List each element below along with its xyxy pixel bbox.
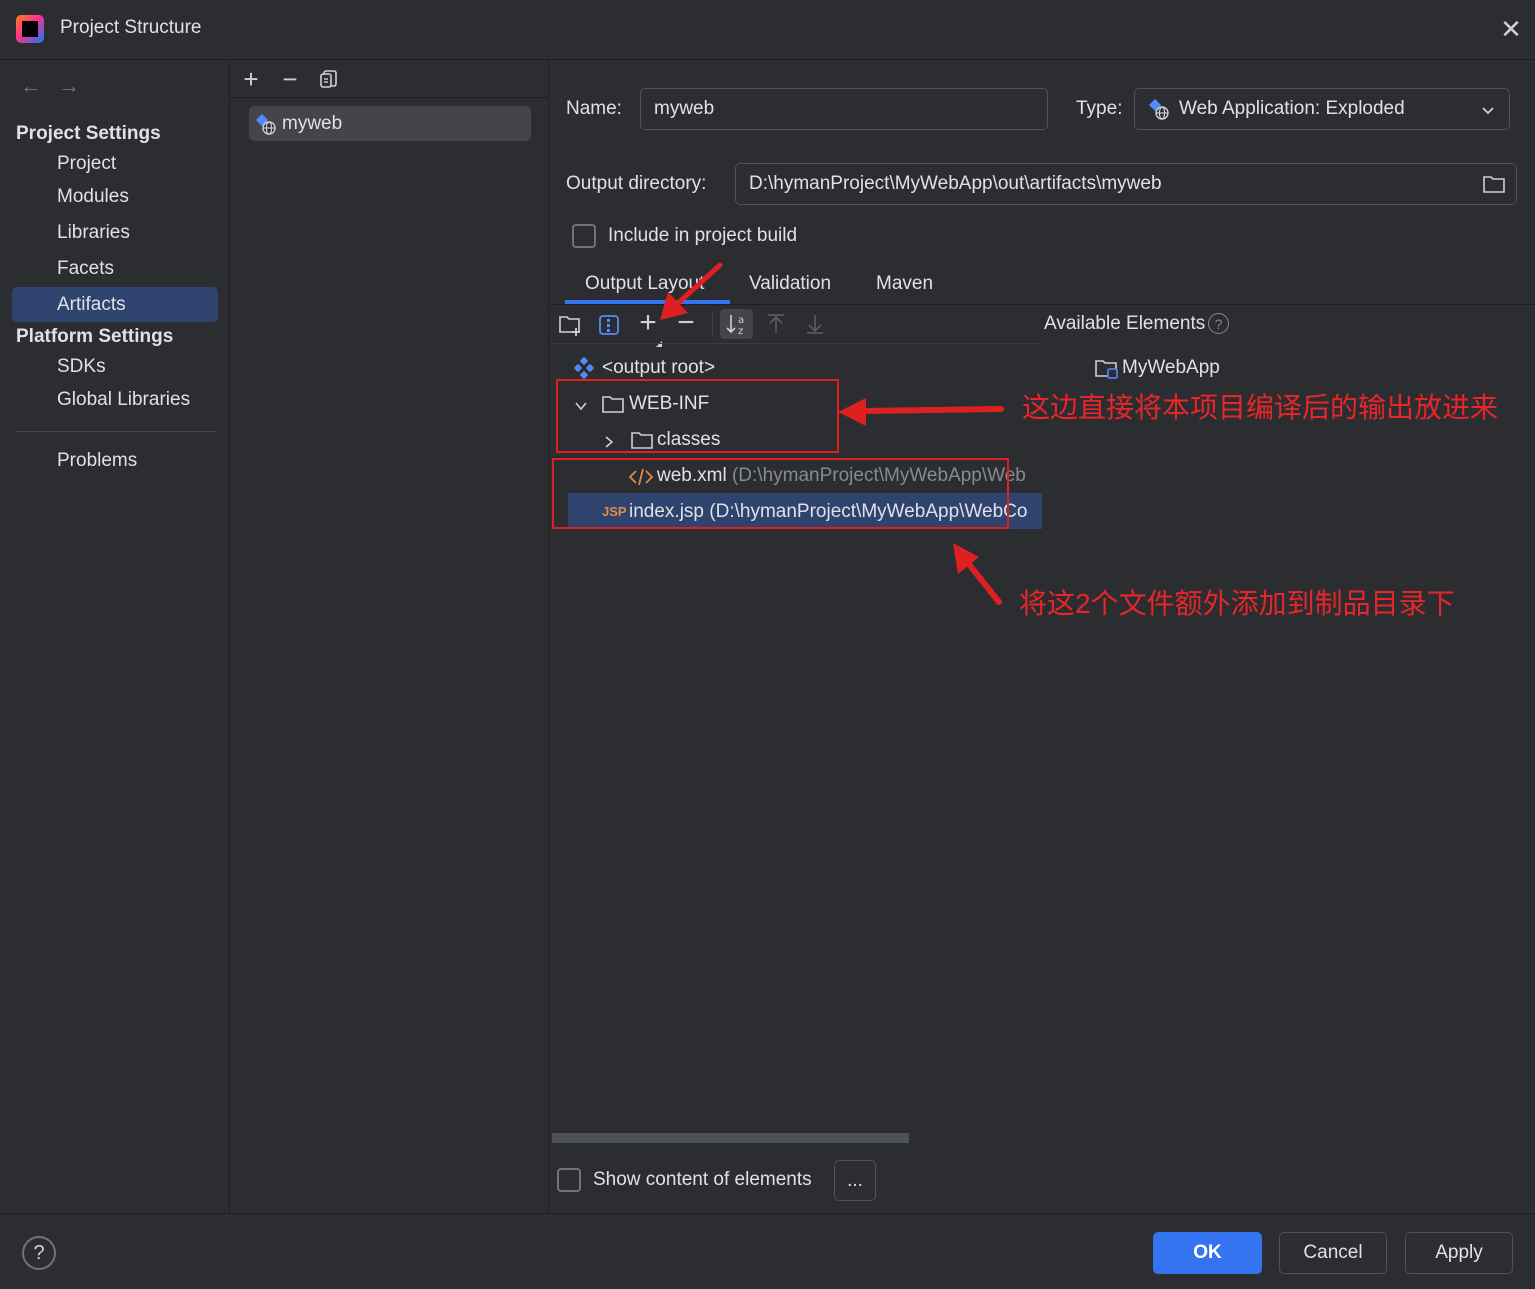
- arrow-to-add-button: [660, 262, 723, 320]
- annotation-arrows: [660, 262, 1004, 605]
- arrow-to-files: [953, 543, 1002, 605]
- arrow-to-web-inf: [838, 398, 1004, 426]
